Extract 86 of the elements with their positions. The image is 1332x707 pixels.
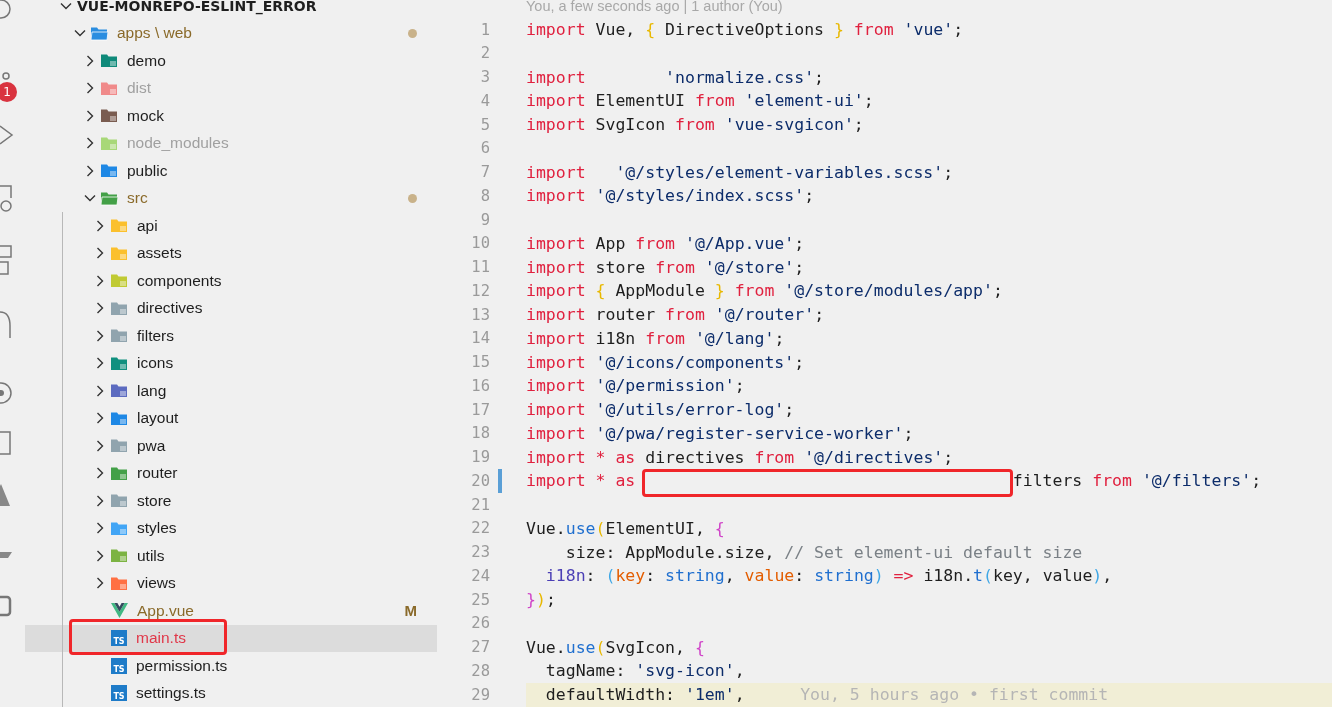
line-number: 23 xyxy=(470,543,490,562)
code-line: import SvgIcon from 'vue-svgicon'; xyxy=(526,115,864,135)
folder-item[interactable]: router xyxy=(25,459,437,487)
line-number: 14 xyxy=(470,329,490,348)
line-number: 3 xyxy=(479,68,490,87)
code-line: import router from '@/router'; xyxy=(526,305,825,325)
line-number: 15 xyxy=(470,353,490,372)
git-status-letter: M xyxy=(404,602,417,620)
folder-item[interactable]: assets xyxy=(25,239,437,267)
line-number: 9 xyxy=(479,210,490,229)
code-line: Vue.use(SvgIcon, { xyxy=(526,637,705,657)
line-number: 4 xyxy=(479,91,490,110)
typescript-file-icon: TS xyxy=(111,657,127,674)
folder-item[interactable]: src xyxy=(25,184,437,212)
line-number: 1 xyxy=(479,20,490,39)
folder-item[interactable]: public xyxy=(25,157,437,185)
code-line: import 'normalize.css'; xyxy=(526,67,825,87)
code-line: import '@/styles/element-variables.scss'; xyxy=(526,162,954,182)
code-line: import { AppModule } from '@/store/modules/app'; xyxy=(526,281,1003,301)
line-number: 29 xyxy=(470,685,490,704)
explorer-title[interactable]: VUE-MONREPO-ESLINT_ERROR xyxy=(77,0,317,14)
line-number: 13 xyxy=(470,305,490,324)
line-number: 25 xyxy=(470,590,490,609)
notification-badge: 1 xyxy=(0,82,17,102)
modified-dot xyxy=(408,193,417,203)
line-number: 27 xyxy=(470,638,490,657)
folder-item[interactable]: mock xyxy=(25,102,437,130)
line-number: 12 xyxy=(470,281,490,300)
folder-item[interactable]: components xyxy=(25,267,437,295)
folder-item[interactable]: lang xyxy=(25,377,437,405)
line-number: 24 xyxy=(470,566,490,585)
blame-annotation: You, 5 hours ago • first commit xyxy=(800,685,1109,705)
typescript-file-icon: TS xyxy=(111,630,127,647)
folder-item[interactable]: api xyxy=(25,212,437,240)
code-line: tagName: 'svg-icon', xyxy=(544,661,745,681)
line-number: 17 xyxy=(470,400,490,419)
folder-item[interactable]: demo xyxy=(25,47,437,75)
code-line: import * as xyxy=(526,471,636,491)
folder-item[interactable]: layout xyxy=(25,404,437,432)
line-number: 19 xyxy=(470,448,490,467)
folder-item[interactable]: styles xyxy=(25,514,437,542)
file-item[interactable]: TS permission.ts xyxy=(25,652,437,680)
code-line: Vue.use(ElementUI, { xyxy=(526,518,725,538)
code-line: import ElementUI from 'element-ui'; xyxy=(526,91,874,111)
folder-item[interactable]: apps \ web xyxy=(25,19,437,47)
code-line: }); xyxy=(526,590,556,610)
line-number: 21 xyxy=(470,495,490,514)
folder-item[interactable]: pwa xyxy=(25,432,437,460)
line-number: 7 xyxy=(479,163,490,182)
folder-item[interactable]: utils xyxy=(25,542,437,570)
code-line: import Vue, { DirectiveOptions } from 'vue'; xyxy=(526,20,964,40)
modified-dot xyxy=(408,28,417,38)
code-line: import App from '@/App.vue'; xyxy=(526,233,805,253)
folder-item[interactable]: filters xyxy=(25,322,437,350)
line-number: 16 xyxy=(470,376,490,395)
code-line: defaultWidth: '1em', xyxy=(544,685,745,705)
code-line: import '@/icons/components'; xyxy=(526,352,805,372)
line-number: 22 xyxy=(470,519,490,538)
code-line: import '@/styles/index.scss'; xyxy=(526,186,815,206)
file-item[interactable]: App.vue M xyxy=(25,597,437,625)
folder-item[interactable]: store xyxy=(25,487,437,515)
folder-item[interactable]: views xyxy=(25,569,437,597)
code-line: import '@/permission'; xyxy=(526,376,745,396)
vue-logo-icon xyxy=(111,603,128,619)
line-number: 26 xyxy=(470,614,490,633)
code-line: size: AppModule.size, // Set element-ui default size xyxy=(564,542,1083,562)
folder-item[interactable]: icons xyxy=(25,349,437,377)
code-line: i18n: (key: string, value: string) => i18n.t(key, value), xyxy=(544,566,1113,586)
line-number: 2 xyxy=(479,44,490,63)
code-line: import '@/utils/error-log'; xyxy=(526,400,795,420)
line-number: 11 xyxy=(470,258,490,277)
line-number: 28 xyxy=(470,661,490,680)
line-number: 20 xyxy=(470,471,490,490)
code-line: import * as directives from '@/directives'; xyxy=(526,447,954,467)
file-item[interactable]: TS settings.ts xyxy=(25,679,437,707)
code-line: import store from '@/store'; xyxy=(526,257,805,277)
typescript-file-icon: TS xyxy=(111,685,127,702)
line-number: 18 xyxy=(470,424,490,443)
code-line: filters from '@/filters'; xyxy=(1012,471,1262,491)
code-line: import i18n from '@/lang'; xyxy=(526,328,785,348)
folder-item[interactable]: directives xyxy=(25,294,437,322)
line-number: 5 xyxy=(479,115,490,134)
line-number: 10 xyxy=(470,234,490,253)
line-number: 6 xyxy=(479,139,490,158)
line-number: 8 xyxy=(479,186,490,205)
code-line: import '@/pwa/register-service-worker'; xyxy=(526,423,914,443)
